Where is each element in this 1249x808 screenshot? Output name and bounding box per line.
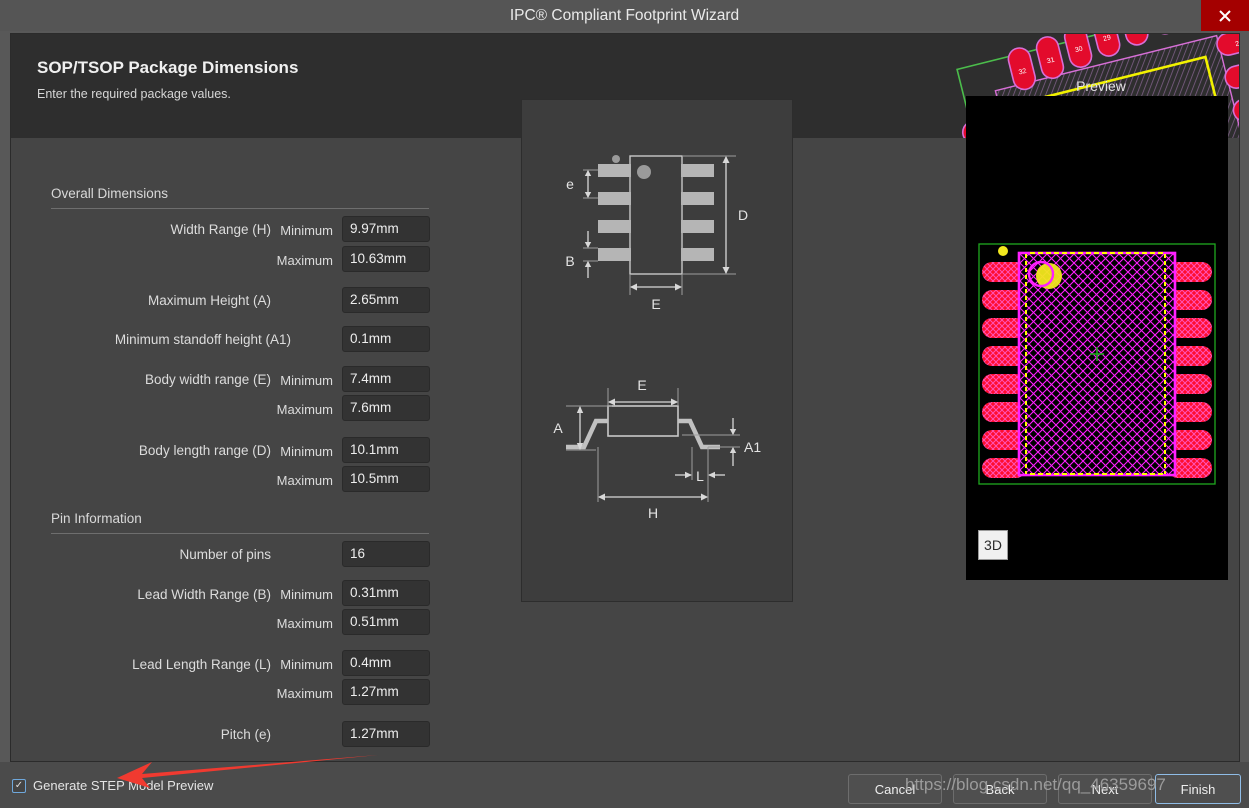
label-body-length-max: Maximum bbox=[276, 473, 333, 488]
input-body-length-max[interactable]: 10.5mm bbox=[342, 466, 430, 492]
input-width-range-max[interactable]: 10.63mm bbox=[342, 246, 430, 272]
label-lead-length-range: Lead Length Range (L) bbox=[132, 657, 271, 672]
input-body-length-min[interactable]: 10.1mm bbox=[342, 437, 430, 463]
section-rule-overall bbox=[51, 208, 429, 209]
label-number-of-pins: Number of pins bbox=[179, 547, 271, 562]
checkbox-check-icon: ✓ bbox=[12, 778, 26, 793]
generate-step-model-checkbox[interactable]: ✓ Generate STEP Model Preview bbox=[12, 778, 213, 793]
label-pitch: Pitch (e) bbox=[220, 727, 271, 742]
label-lead-length-max: Maximum bbox=[276, 686, 333, 701]
diagram-label-body-length: D bbox=[738, 207, 748, 223]
checkbox-label: Generate STEP Model Preview bbox=[33, 778, 214, 793]
label-body-width-min: Minimum bbox=[280, 373, 333, 388]
cancel-button[interactable]: Cancel bbox=[848, 774, 942, 804]
input-number-of-pins[interactable]: 16 bbox=[342, 541, 430, 567]
label-width-range-min: Minimum bbox=[280, 223, 333, 238]
preview-label: Preview bbox=[1076, 78, 1126, 94]
label-body-width-max: Maximum bbox=[276, 402, 333, 417]
section-title-pin-information: Pin Information bbox=[51, 511, 142, 526]
label-width-range-max: Maximum bbox=[276, 253, 333, 268]
cancel-button-label: Cancel bbox=[874, 781, 916, 797]
input-body-width-min[interactable]: 7.4mm bbox=[342, 366, 430, 392]
back-button-label: Back bbox=[985, 781, 1015, 797]
diagram-label-body-width-top: E bbox=[651, 296, 660, 312]
input-lead-width-max[interactable]: 0.51mm bbox=[342, 609, 430, 635]
input-lead-length-min[interactable]: 0.4mm bbox=[342, 650, 430, 676]
input-minimum-standoff-height[interactable]: 0.1mm bbox=[342, 326, 430, 352]
close-button[interactable] bbox=[1201, 0, 1249, 31]
finish-button-label: Finish bbox=[1180, 781, 1216, 797]
close-icon bbox=[1219, 9, 1231, 22]
diagram-label-overall-width: H bbox=[648, 505, 658, 521]
section-title-overall-dimensions: Overall Dimensions bbox=[51, 186, 169, 201]
package-diagram-panel: e B D E E A A1 L H bbox=[521, 99, 793, 602]
diagram-label-height: A bbox=[553, 420, 563, 436]
label-body-length-min: Minimum bbox=[280, 444, 333, 459]
finish-button[interactable]: Finish bbox=[1155, 774, 1241, 804]
input-body-width-max[interactable]: 7.6mm bbox=[342, 395, 430, 421]
label-maximum-height: Maximum Height (A) bbox=[147, 293, 271, 308]
next-button[interactable]: Next bbox=[1058, 774, 1152, 804]
diagram-label-lead-length: L bbox=[696, 468, 704, 484]
label-lead-length-min: Minimum bbox=[280, 657, 333, 672]
svg-text:24: 24 bbox=[1235, 40, 1239, 49]
label-body-width-range: Body width range (E) bbox=[144, 372, 271, 387]
diagram-label-pitch: e bbox=[566, 176, 574, 192]
label-lead-width-min: Minimum bbox=[280, 587, 333, 602]
input-maximum-height[interactable]: 2.65mm bbox=[342, 287, 430, 313]
page-subtitle: Enter the required package values. bbox=[37, 87, 231, 101]
label-lead-width-max: Maximum bbox=[276, 616, 333, 631]
input-width-range-min[interactable]: 9.97mm bbox=[342, 216, 430, 242]
diagram-label-lead-width: B bbox=[565, 253, 574, 269]
dimensions-form: Overall Dimensions Width Range (H) Minim… bbox=[11, 138, 481, 763]
preview-canvas[interactable]: 3D bbox=[966, 96, 1228, 580]
title-bar: IPC® Compliant Footprint Wizard bbox=[0, 0, 1249, 31]
label-minimum-standoff-height: Minimum standoff height (A1) bbox=[114, 332, 291, 347]
next-button-label: Next bbox=[1091, 781, 1119, 797]
section-rule-pin bbox=[51, 533, 429, 534]
page-title: SOP/TSOP Package Dimensions bbox=[37, 58, 299, 77]
label-body-length-range: Body length range (D) bbox=[138, 443, 271, 458]
input-lead-width-min[interactable]: 0.31mm bbox=[342, 580, 430, 606]
window-title: IPC® Compliant Footprint Wizard bbox=[509, 7, 740, 24]
back-button[interactable]: Back bbox=[953, 774, 1047, 804]
diagram-label-body-width-side: E bbox=[637, 377, 646, 393]
label-width-range: Width Range (H) bbox=[170, 222, 271, 237]
wizard-window: IPC® Compliant Footprint Wizard SOP/TSOP… bbox=[0, 0, 1249, 808]
input-lead-length-max[interactable]: 1.27mm bbox=[342, 679, 430, 705]
diagram-label-standoff: A1 bbox=[744, 439, 761, 455]
label-lead-width-range: Lead Width Range (B) bbox=[137, 587, 271, 602]
dialog-body: SOP/TSOP Package Dimensions Enter the re… bbox=[10, 33, 1240, 762]
view-3d-button[interactable]: 3D bbox=[978, 530, 1008, 560]
input-pitch[interactable]: 1.27mm bbox=[342, 721, 430, 747]
